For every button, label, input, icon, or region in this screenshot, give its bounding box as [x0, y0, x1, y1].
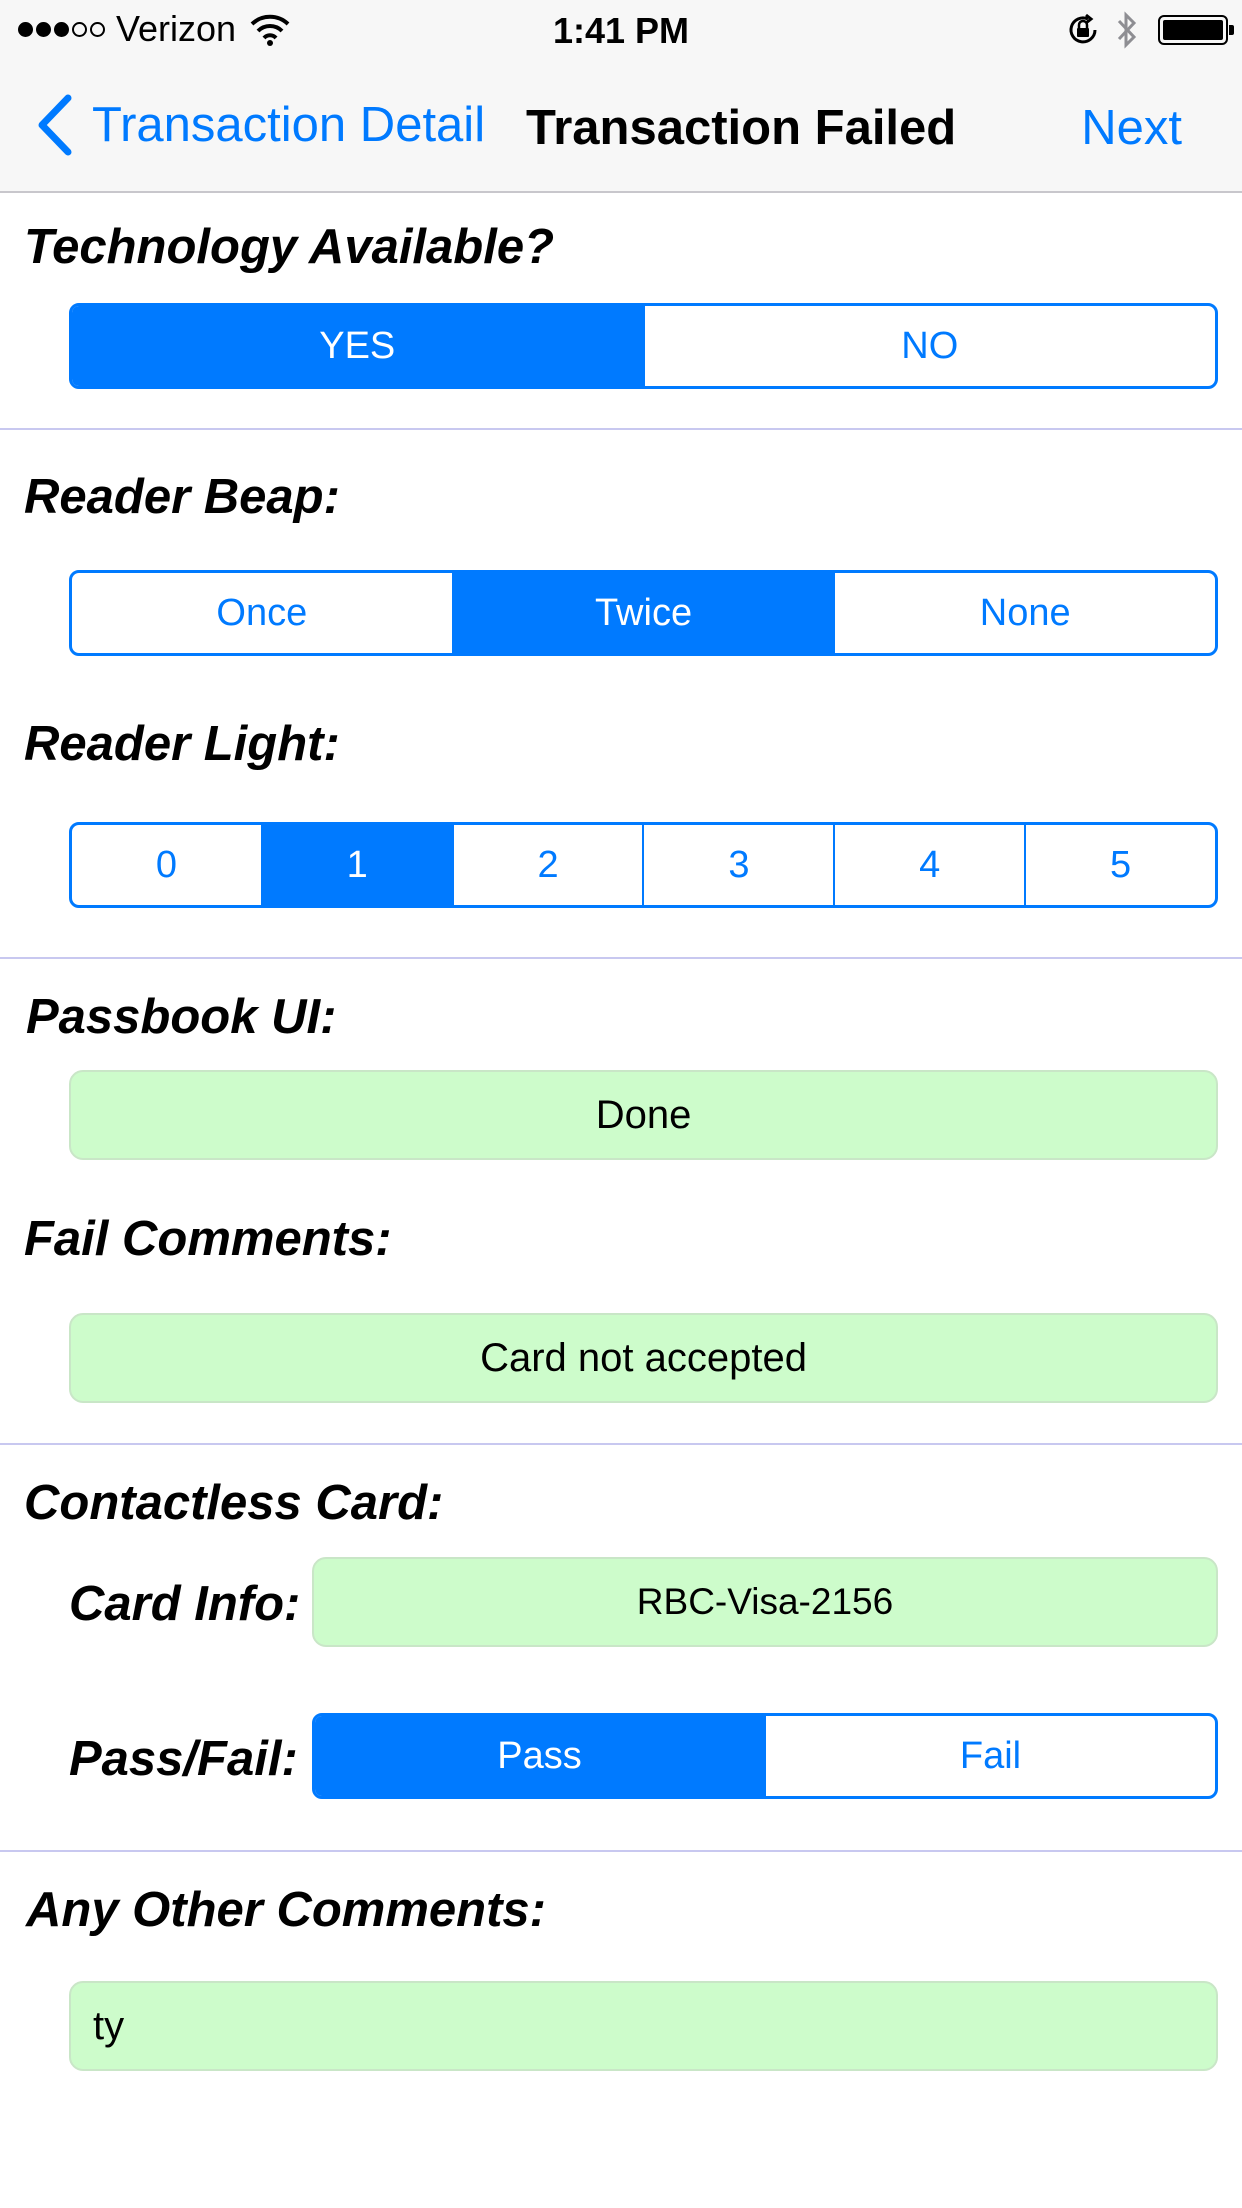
page-title: Transaction Failed	[526, 101, 957, 155]
fail-segment[interactable]: Fail	[764, 1716, 1215, 1796]
reader-light-2-segment[interactable]: 2	[451, 825, 643, 905]
fail-comments-label: Fail Comments:	[24, 1212, 392, 1266]
screen: Verizon 1:41 PM Transaction Detail Trans…	[0, 0, 1242, 2208]
reader-light-0-segment[interactable]: 0	[72, 825, 261, 905]
rotation-lock-icon	[1069, 13, 1097, 44]
next-button[interactable]: Next	[1081, 100, 1182, 156]
passbook-ui-field[interactable]: Done	[69, 1070, 1218, 1160]
navigation-bar: Transaction Detail Transaction Failed Ne…	[0, 60, 1242, 193]
section-divider	[0, 1443, 1242, 1445]
reader-beap-once-segment[interactable]: Once	[72, 573, 452, 653]
section-divider	[0, 957, 1242, 959]
technology-no-segment[interactable]: NO	[642, 306, 1216, 386]
other-comments-label: Any Other Comments:	[26, 1883, 547, 1937]
pass-segment[interactable]: Pass	[315, 1716, 764, 1796]
pass-fail-label: Pass/Fail:	[69, 1732, 298, 1786]
reader-light-1-segment[interactable]: 1	[260, 825, 452, 905]
battery-icon	[1158, 15, 1234, 45]
reader-light-3-segment[interactable]: 3	[642, 825, 833, 905]
reader-beap-none-segment[interactable]: None	[833, 573, 1215, 653]
reader-light-segmented-control: 0 1 2 3 4 5	[69, 822, 1218, 908]
chevron-left-icon	[38, 94, 72, 156]
fail-comments-field[interactable]: Card not accepted	[69, 1313, 1218, 1403]
bluetooth-icon	[1117, 11, 1137, 49]
back-button[interactable]: Transaction Detail	[34, 94, 485, 156]
reader-beap-segmented-control: Once Twice None	[69, 570, 1218, 656]
status-time: 1:41 PM	[552, 10, 690, 51]
reader-light-label: Reader Light:	[24, 717, 340, 771]
reader-light-5-segment[interactable]: 5	[1024, 825, 1215, 905]
technology-label: Technology Available?	[24, 220, 555, 274]
contactless-card-label: Contactless Card:	[24, 1476, 444, 1530]
status-bar: Verizon 1:41 PM	[0, 0, 1242, 60]
reader-beap-twice-segment[interactable]: Twice	[451, 573, 834, 653]
passbook-ui-label: Passbook UI:	[26, 990, 337, 1044]
reader-light-4-segment[interactable]: 4	[833, 825, 1024, 905]
reader-beap-label: Reader Beap:	[24, 470, 340, 524]
status-right	[1066, 10, 1234, 50]
technology-segmented-control: YES NO	[69, 303, 1218, 389]
card-info-field[interactable]: RBC-Visa-2156	[312, 1557, 1218, 1647]
other-comments-field[interactable]: ty	[69, 1981, 1218, 2071]
back-button-label: Transaction Detail	[92, 98, 486, 152]
section-divider	[0, 428, 1242, 430]
section-divider	[0, 1850, 1242, 1852]
card-info-label: Card Info:	[69, 1577, 301, 1631]
pass-fail-segmented-control: Pass Fail	[312, 1713, 1218, 1799]
technology-yes-segment[interactable]: YES	[72, 306, 643, 386]
